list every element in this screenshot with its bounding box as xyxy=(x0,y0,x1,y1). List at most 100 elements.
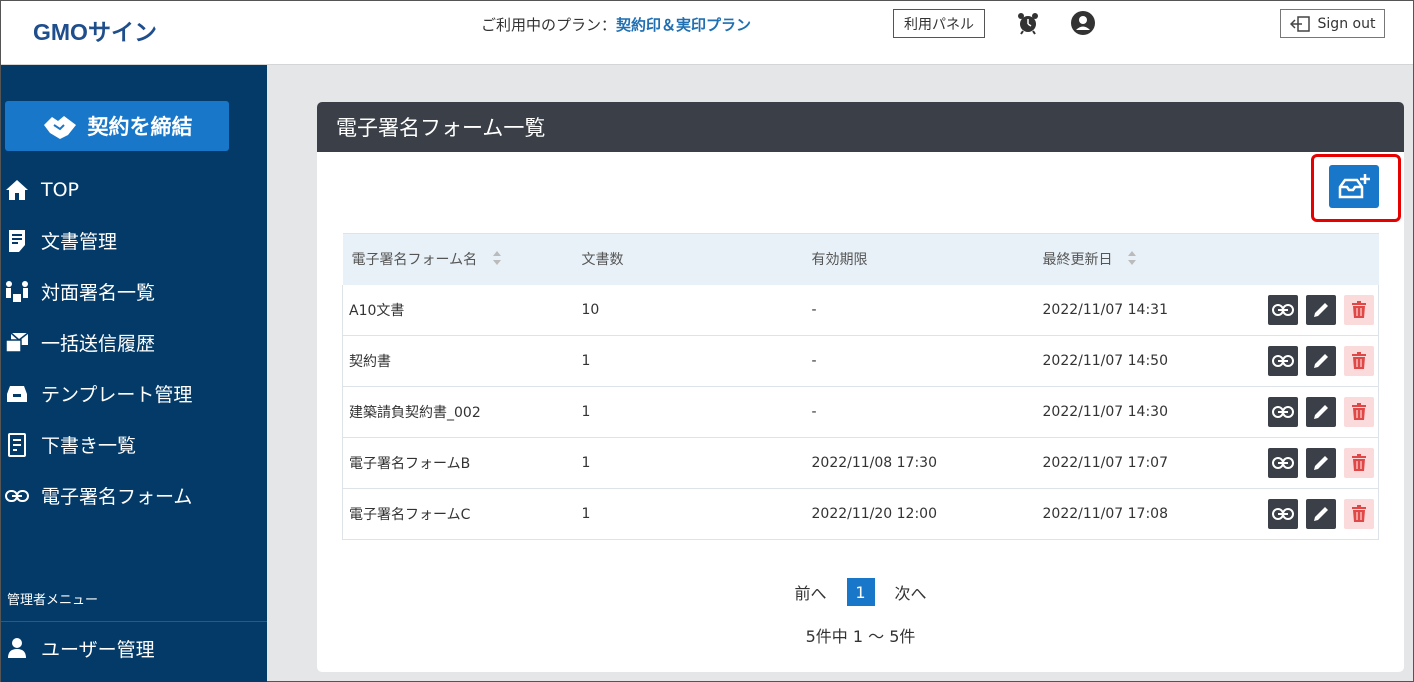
form-name: 電子署名フォームC xyxy=(342,488,573,540)
doc-count: 1 xyxy=(581,353,591,369)
current-plan: ご利用中のプラン：契約印＆実印プラン xyxy=(481,15,751,35)
trash-icon xyxy=(1352,300,1366,318)
alarm-clock-icon[interactable] xyxy=(1016,11,1040,35)
plan-name: 契約印＆実印プラン xyxy=(616,16,752,34)
table-row: 電子署名フォームC 1 2022/11/20 12:00 2022/11/07 … xyxy=(342,488,1379,540)
column-expiry: 有効期限 xyxy=(802,233,1034,285)
gmo-sign-logo[interactable]: GMOサイン xyxy=(33,15,157,45)
sidebar-item-bulk-send[interactable]: 一括送信履歴 xyxy=(1,317,267,368)
column-actions xyxy=(1249,233,1379,285)
sidebar-item-label: TOP xyxy=(41,178,80,201)
table-row: 契約書 1 - 2022/11/07 14:50 xyxy=(342,335,1379,387)
link-icon xyxy=(1272,406,1294,418)
sidebar-item-templates[interactable]: テンプレート管理 xyxy=(1,368,267,419)
expiry: 2022/11/20 12:00 xyxy=(811,506,938,522)
trash-icon xyxy=(1352,505,1366,522)
doc-count: 1 xyxy=(581,455,591,471)
page-number-current[interactable]: 1 xyxy=(846,578,875,606)
copy-link-button[interactable] xyxy=(1268,346,1298,376)
edit-button[interactable] xyxy=(1306,499,1336,529)
trash-icon xyxy=(1352,403,1366,420)
link-icon xyxy=(1272,303,1294,316)
e-signature-form-list-card: 電子署名フォーム一覧 電子署名フォーム名 文書数 有効期限 最終更新日 A10文… xyxy=(317,102,1404,672)
table-row: 電子署名フォームB 1 2022/11/08 17:30 2022/11/07 … xyxy=(342,437,1379,489)
sidebar-item-label: 電子署名フォーム xyxy=(41,486,193,508)
delete-button[interactable] xyxy=(1344,294,1374,325)
edit-button[interactable] xyxy=(1306,397,1336,427)
admin-menu-label: 管理者メニュー xyxy=(7,593,99,608)
sidebar: 契約を締結 TOP 文書管理 対面署名一覧 一括送信履歴 テンプレート管理 下書… xyxy=(1,65,267,682)
sidebar-item-top[interactable]: TOP xyxy=(1,164,267,215)
bulk-send-icon xyxy=(5,331,29,355)
usage-panel-button[interactable]: 利用パネル xyxy=(893,9,985,38)
sidebar-item-label: ユーザー管理 xyxy=(41,638,155,661)
expiry: - xyxy=(811,404,817,420)
sidebar-item-face-to-face[interactable]: 対面署名一覧 xyxy=(1,266,267,317)
pencil-icon xyxy=(1314,456,1328,470)
link-icon xyxy=(1272,508,1294,520)
pencil-icon xyxy=(1314,405,1328,419)
form-name: 建築請負契約書_002 xyxy=(342,386,573,438)
sidebar-item-documents[interactable]: 文書管理 xyxy=(1,215,267,266)
user-account-icon[interactable] xyxy=(1071,11,1095,35)
link-icon xyxy=(1272,457,1294,469)
top-header: GMOサイン ご利用中のプラン：契約印＆実印プラン 利用パネル Sign out xyxy=(1,1,1413,65)
sort-icon[interactable] xyxy=(492,250,502,270)
delete-button[interactable] xyxy=(1344,448,1374,478)
edit-button[interactable] xyxy=(1306,294,1336,325)
delete-button[interactable] xyxy=(1344,499,1374,529)
next-page-link[interactable]: 次へ xyxy=(895,580,927,604)
column-doc-count: 文書数 xyxy=(572,233,803,285)
pagination: 前へ 1 次へ xyxy=(317,578,1404,606)
conclude-contract-button[interactable]: 契約を締結 xyxy=(5,101,229,151)
draft-icon xyxy=(5,432,29,457)
result-count: 5件中 1 ～ 5件 xyxy=(805,627,916,646)
sidebar-item-user-management[interactable]: ユーザー管理 xyxy=(1,623,267,673)
template-icon xyxy=(5,382,29,406)
expiry: - xyxy=(811,301,817,318)
delete-button[interactable] xyxy=(1344,346,1374,376)
link-icon xyxy=(1272,355,1294,367)
handshake-icon xyxy=(43,116,76,139)
document-icon xyxy=(5,229,29,253)
table-row: A10文書 10 - 2022/11/07 14:31 xyxy=(342,284,1379,336)
face-to-face-icon xyxy=(5,280,29,304)
copy-link-button[interactable] xyxy=(1268,397,1298,427)
column-last-updated[interactable]: 最終更新日 xyxy=(1033,233,1250,285)
conclude-contract-label: 契約を締結 xyxy=(87,115,193,139)
edit-button[interactable] xyxy=(1306,448,1336,478)
table-row: 建築請負契約書_002 1 - 2022/11/07 14:30 xyxy=(342,386,1379,438)
edit-button[interactable] xyxy=(1306,346,1336,376)
forms-table: 電子署名フォーム名 文書数 有効期限 最終更新日 A10文書 10 - 2022… xyxy=(342,233,1379,540)
column-form-name[interactable]: 電子署名フォーム名 xyxy=(342,233,573,285)
sidebar-item-label: 一括送信履歴 xyxy=(41,333,156,355)
sign-out-button[interactable]: Sign out xyxy=(1280,9,1385,38)
last-updated: 2022/11/07 14:31 xyxy=(1042,301,1169,318)
sign-out-icon xyxy=(1289,15,1310,32)
prev-page-link[interactable]: 前へ xyxy=(794,580,826,604)
page-title: 電子署名フォーム一覧 xyxy=(317,102,1404,152)
copy-link-button[interactable] xyxy=(1268,294,1298,325)
sort-icon[interactable] xyxy=(1127,250,1137,270)
copy-link-button[interactable] xyxy=(1268,499,1298,529)
last-updated: 2022/11/07 17:08 xyxy=(1042,506,1169,522)
copy-link-button[interactable] xyxy=(1268,448,1298,478)
sidebar-item-drafts[interactable]: 下書き一覧 xyxy=(1,419,267,470)
delete-button[interactable] xyxy=(1344,397,1374,427)
last-updated: 2022/11/07 14:50 xyxy=(1042,353,1169,369)
sidebar-item-label: 文書管理 xyxy=(41,231,118,253)
admin-divider xyxy=(1,621,267,622)
last-updated: 2022/11/07 17:07 xyxy=(1042,455,1169,471)
plan-label: ご利用中のプラン： xyxy=(481,16,617,34)
pencil-icon xyxy=(1314,354,1328,368)
user-icon xyxy=(5,636,29,660)
expiry: 2022/11/08 17:30 xyxy=(811,455,938,471)
sidebar-item-label: 対面署名一覧 xyxy=(41,282,156,304)
form-name: 契約書 xyxy=(342,335,573,387)
pencil-icon xyxy=(1314,507,1328,521)
sidebar-item-label: テンプレート管理 xyxy=(41,384,193,406)
doc-count: 10 xyxy=(581,301,600,318)
sidebar-item-e-signature-form[interactable]: 電子署名フォーム xyxy=(1,470,267,521)
sidebar-nav: TOP 文書管理 対面署名一覧 一括送信履歴 テンプレート管理 下書き一覧 電子… xyxy=(1,164,267,521)
add-form-button[interactable] xyxy=(1329,165,1379,208)
